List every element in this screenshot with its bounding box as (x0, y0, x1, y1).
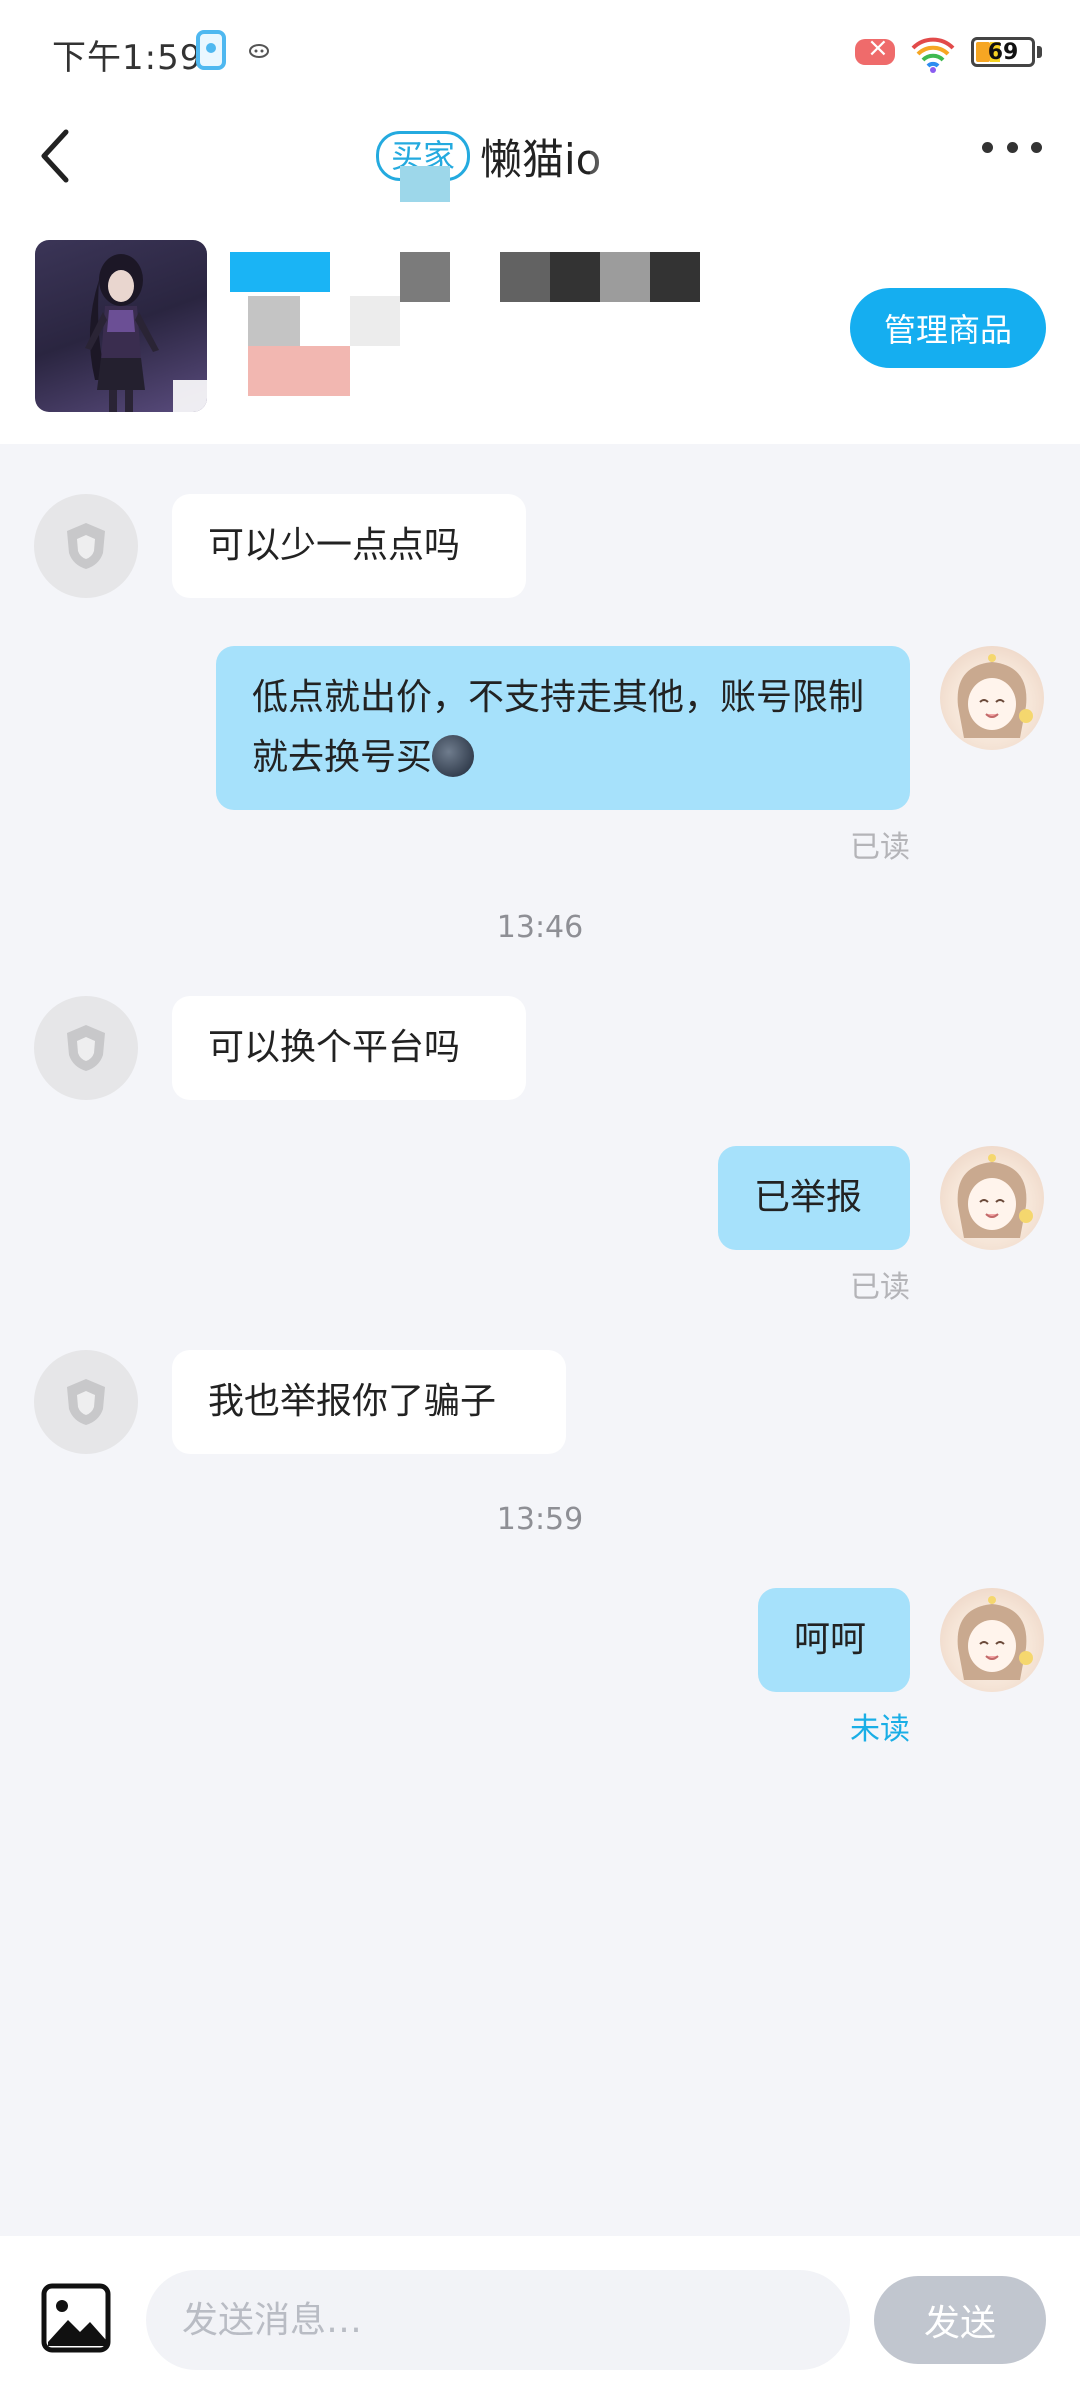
battery-icon: 69 (971, 37, 1035, 67)
product-title-mosaic (600, 252, 650, 302)
moon-emoji-icon (432, 735, 475, 777)
product-title-mosaic (500, 252, 550, 302)
product-title-mosaic (230, 252, 330, 292)
chat-header: 买家 懒猫io 管理商品 (0, 96, 1080, 444)
message-bubble-outgoing[interactable]: 呵呵 (758, 1588, 910, 1692)
input-bar: 发送 (0, 2236, 1080, 2400)
product-title-mosaic (650, 252, 700, 302)
message-bubble-outgoing[interactable]: 低点就出价，不支持走其他，账号限制就去换号买 (216, 646, 910, 810)
battery-level: 69 (987, 39, 1019, 65)
message-text: 低点就出价，不支持走其他，账号限制就去换号买 (252, 677, 865, 778)
anime-girl-avatar-icon (957, 1596, 1033, 1680)
anime-girl-avatar-icon (957, 1154, 1033, 1238)
message-bubble-incoming[interactable]: 我也举报你了骗子 (172, 1350, 566, 1454)
read-status: 已读 (850, 1270, 910, 1305)
time-separator: 13:46 (496, 910, 584, 945)
status-time: 下午1:59 (52, 38, 203, 78)
manage-products-button[interactable]: 管理商品 (850, 288, 1046, 368)
message-bubble-incoming[interactable]: 可以少一点点吗 (172, 494, 526, 598)
message-input[interactable] (146, 2270, 850, 2370)
time-separator: 13:59 (496, 1502, 584, 1537)
anime-girl-avatar-icon (957, 654, 1033, 738)
send-button[interactable]: 发送 (874, 2276, 1046, 2364)
my-avatar[interactable] (940, 1588, 1044, 1692)
default-avatar-icon (67, 1379, 105, 1425)
unread-status: 未读 (850, 1712, 910, 1747)
back-arrow-icon[interactable] (30, 116, 100, 196)
product-price-mosaic (248, 346, 350, 396)
app-notification-icon (196, 30, 226, 70)
default-avatar-icon (67, 1025, 105, 1071)
wifi-icon (911, 37, 955, 73)
product-figure-image (85, 254, 207, 412)
product-title-mosaic (550, 252, 600, 302)
nickname-mosaic (400, 166, 450, 202)
my-avatar[interactable] (940, 1146, 1044, 1250)
nickname-redaction (590, 120, 750, 180)
more-dots-icon[interactable] (982, 132, 1042, 162)
message-list[interactable]: 可以少一点点吗 低点就出价，不支持走其他，账号限制就去换号买 已读 13:46 … (0, 450, 1080, 2230)
image-icon[interactable] (40, 2282, 112, 2354)
signal-icon (855, 33, 895, 65)
default-avatar-icon (67, 523, 105, 569)
product-price-mosaic (350, 296, 400, 346)
contact-avatar[interactable] (34, 996, 138, 1100)
status-icons: 69 (855, 30, 1042, 74)
notification-small-icon (249, 44, 269, 58)
my-avatar[interactable] (940, 646, 1044, 750)
message-bubble-incoming[interactable]: 可以换个平台吗 (172, 996, 526, 1100)
contact-avatar[interactable] (34, 1350, 138, 1454)
contact-avatar[interactable] (34, 494, 138, 598)
contact-nickname: 懒猫io (480, 134, 602, 184)
read-status: 已读 (850, 830, 910, 865)
status-bar: 下午1:59 69 (0, 0, 1080, 96)
product-title-mosaic (400, 252, 450, 302)
message-bubble-outgoing[interactable]: 已举报 (718, 1146, 910, 1250)
product-price-mosaic (248, 296, 300, 346)
product-thumbnail[interactable] (35, 240, 207, 412)
battery-tip (1037, 46, 1042, 58)
